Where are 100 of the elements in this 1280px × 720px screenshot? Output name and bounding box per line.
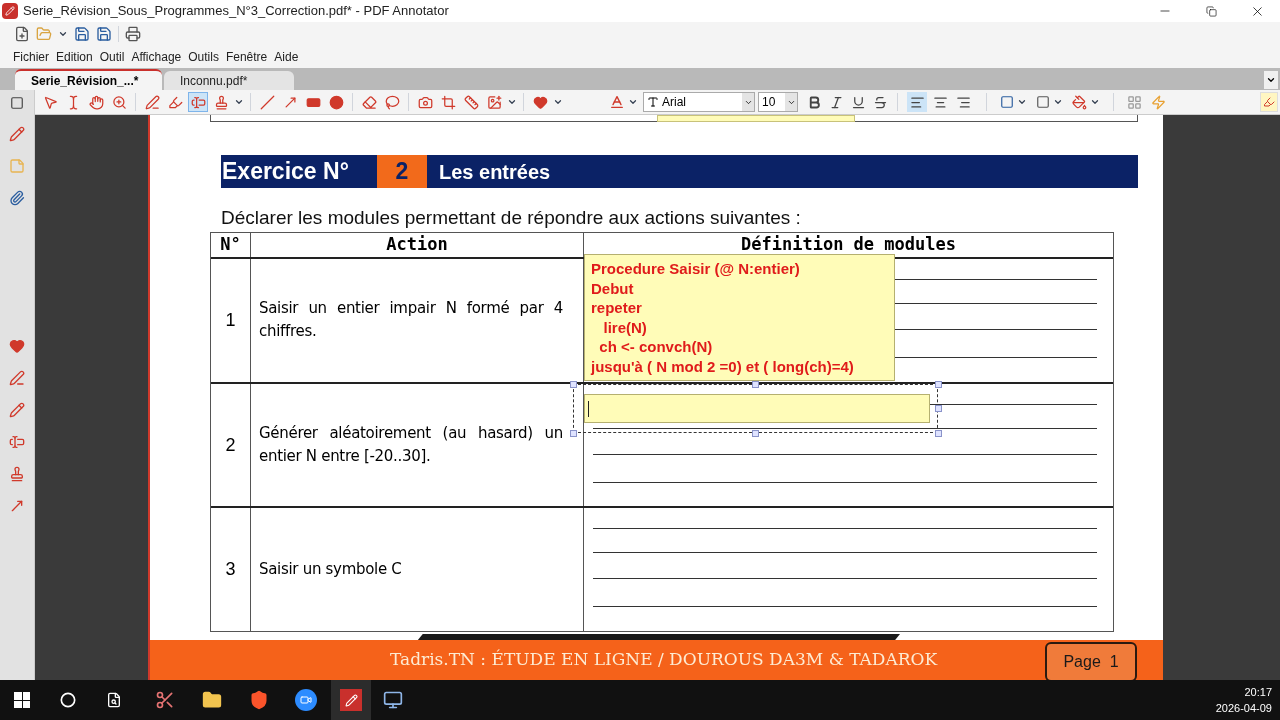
caret-icon[interactable] [507, 97, 517, 107]
caret-icon[interactable] [1017, 97, 1027, 107]
text-box-icon [190, 94, 206, 110]
annotation-text: Procedure Saisir (@ N:entier) Debut repeter lire(N) ch <- convch(N) jusqu'à ( N mod 2 =0) et ( long(ch)=4) [591, 259, 855, 376]
caret-icon[interactable] [1053, 97, 1063, 107]
document-tab[interactable]: Serie_Révision_...* [15, 69, 162, 90]
border-icon[interactable] [1000, 95, 1014, 109]
menu-item[interactable]: Edition [53, 47, 96, 66]
annotator-app-icon[interactable] [331, 680, 371, 720]
caret-icon[interactable] [628, 97, 638, 107]
video-app-icon[interactable] [295, 689, 317, 711]
table-cell-text: Saisir un symbole C [259, 559, 402, 581]
resize-handle[interactable] [570, 381, 577, 388]
pen-icon [144, 94, 160, 110]
resize-handle[interactable] [935, 381, 942, 388]
resize-handle[interactable] [752, 381, 759, 388]
grid-icon[interactable] [1127, 94, 1142, 110]
footer-text: Tadris.TN : ÉTUDE EN LIGNE / DOUROUS DA3M & TADAROK [390, 648, 938, 672]
column-header: Définition de modules [740, 233, 957, 257]
clock-time: 20:17 [1244, 685, 1272, 700]
highlighter-icon [1263, 96, 1275, 108]
table-cell: 3 [211, 508, 251, 631]
pointer-icon [42, 94, 58, 110]
align-icon [955, 94, 971, 110]
restore-icon [1205, 5, 1217, 17]
exercise-number: 2 [377, 155, 427, 188]
windows-icon[interactable] [14, 692, 30, 708]
bold-icon[interactable] [807, 94, 822, 110]
folder-icon[interactable] [202, 690, 222, 710]
menu-item[interactable]: Outils [185, 47, 222, 66]
caret-icon[interactable] [553, 97, 563, 107]
menu-item[interactable]: Aide [271, 47, 302, 66]
pen-icon[interactable] [9, 370, 25, 386]
zoom-icon [111, 94, 127, 110]
exercise-label: Exercice N° [221, 157, 350, 187]
hand-icon [88, 94, 104, 110]
properties-button[interactable] [1260, 92, 1278, 112]
menu-item[interactable]: Outil [96, 47, 128, 66]
pencil-icon[interactable] [9, 402, 25, 418]
print-icon[interactable] [125, 25, 141, 42]
italic-icon[interactable] [829, 94, 844, 110]
stamp-icon [213, 94, 229, 110]
ruler-icon [463, 94, 479, 110]
tool-button[interactable] [188, 92, 208, 112]
menu-item[interactable]: Affichage [128, 47, 185, 66]
document-tab[interactable]: Inconnu.pdf* [164, 71, 294, 90]
tab-list-button[interactable] [1264, 71, 1278, 89]
menu-item[interactable]: Fichier [10, 47, 52, 66]
text-box-field[interactable] [584, 394, 930, 423]
shield-icon[interactable] [249, 690, 269, 710]
align-icon [909, 94, 925, 110]
text-box-icon[interactable] [9, 434, 25, 450]
highlighter-icon [167, 94, 183, 110]
crop-icon [440, 94, 456, 110]
save-icon[interactable] [74, 25, 90, 42]
arrow-icon[interactable] [9, 498, 25, 514]
align-button[interactable] [907, 92, 927, 112]
resize-handle[interactable] [570, 430, 577, 437]
camera-icon [417, 94, 433, 110]
underline-icon[interactable] [851, 94, 866, 110]
caret-icon[interactable] [1090, 97, 1100, 107]
task-view-icon[interactable] [106, 692, 122, 708]
font-size-field[interactable]: 10 [758, 92, 798, 112]
instruction-text: Déclarer les modules permettant de répondre aux actions suivantes : [221, 207, 801, 228]
resize-handle[interactable] [935, 405, 942, 412]
table-cell: 1 [211, 259, 251, 382]
new-file-icon[interactable] [14, 25, 30, 42]
fill-icon[interactable] [1072, 94, 1087, 110]
frame-icon[interactable] [1036, 95, 1050, 109]
align-icon [932, 94, 948, 110]
font-name-field[interactable]: Arial [643, 92, 755, 112]
eraser-icon [361, 94, 377, 110]
paperclip-icon[interactable] [9, 190, 25, 206]
search-icon[interactable] [60, 692, 76, 708]
stamp-icon[interactable] [9, 466, 25, 482]
save-as-icon[interactable] [96, 25, 112, 42]
caret-icon [1266, 75, 1276, 85]
strikethrough-icon[interactable] [873, 94, 888, 110]
resize-handle[interactable] [935, 430, 942, 437]
image-add-icon [486, 94, 502, 110]
pen-icon[interactable] [9, 126, 25, 142]
window-title: Serie_Révision_Sous_Programmes_N°3_Correction.pdf* - PDF Annotator [23, 2, 449, 21]
menu-item[interactable]: Fenêtre [222, 47, 271, 66]
exercise-title: Les entrées [438, 159, 551, 185]
text-color-icon[interactable] [609, 94, 625, 110]
line-icon [259, 94, 275, 110]
table-cell-text: Saisir un entier impair N formé par 4 chiffres. [259, 298, 563, 343]
ellipse-icon [328, 94, 344, 110]
monitor-icon[interactable] [383, 690, 403, 710]
panel-toggle-icon[interactable] [10, 96, 24, 110]
page-number-badge: Page 1 [1045, 642, 1137, 680]
table-cell-text: Générer aléatoirement (au hasard) un entier N entre [-20..30]. [259, 423, 563, 467]
font-icon [647, 96, 659, 108]
table-cell: 2 [211, 383, 251, 507]
lasso-icon [384, 94, 400, 110]
scissors-icon[interactable] [155, 690, 175, 710]
heart-icon[interactable] [9, 338, 25, 354]
resize-handle[interactable] [752, 430, 759, 437]
caret-icon[interactable] [234, 97, 244, 107]
clock-date: 2026-04-09 [1215, 701, 1272, 716]
